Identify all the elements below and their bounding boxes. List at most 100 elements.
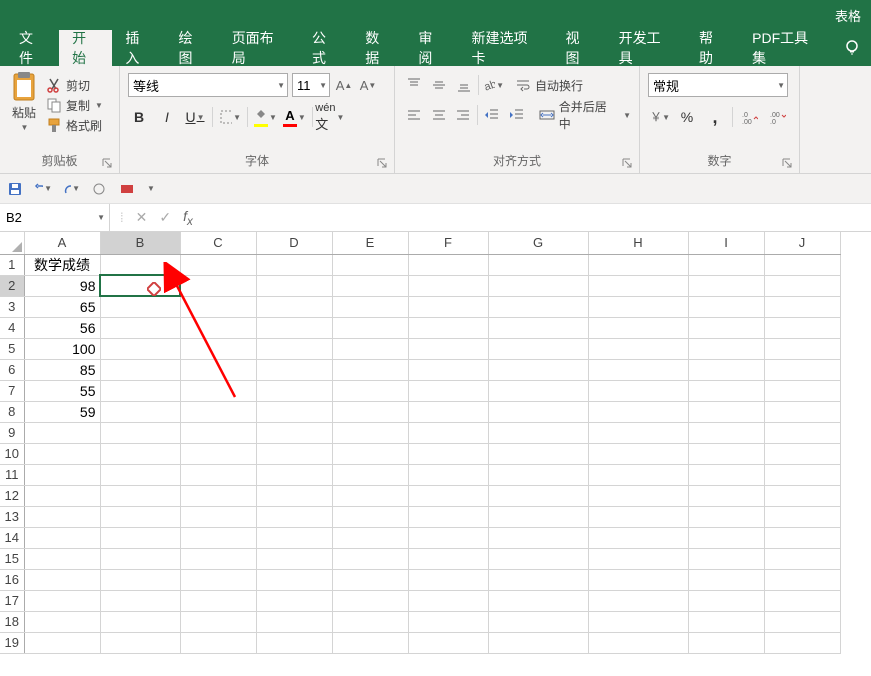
- select-all-button[interactable]: [0, 232, 24, 254]
- cell-B9[interactable]: [100, 422, 180, 443]
- cell-F10[interactable]: [408, 443, 488, 464]
- cell-E7[interactable]: [332, 380, 408, 401]
- cell-I13[interactable]: [688, 506, 764, 527]
- font-size-select[interactable]: 11 ▼: [292, 73, 330, 97]
- menu-item-3[interactable]: 绘图: [166, 30, 219, 66]
- menu-item-2[interactable]: 插入: [112, 30, 165, 66]
- clipboard-launcher-icon[interactable]: [101, 157, 113, 169]
- cell-A19[interactable]: [24, 632, 100, 653]
- cell-E6[interactable]: [332, 359, 408, 380]
- cell-D18[interactable]: [256, 611, 332, 632]
- cell-E18[interactable]: [332, 611, 408, 632]
- cell-J11[interactable]: [764, 464, 840, 485]
- cell-I3[interactable]: [688, 296, 764, 317]
- font-name-select[interactable]: 等线 ▼: [128, 73, 288, 97]
- cell-J8[interactable]: [764, 401, 840, 422]
- cell-C5[interactable]: [180, 338, 256, 359]
- row-header-9[interactable]: 9: [0, 422, 24, 443]
- cell-H19[interactable]: [588, 632, 688, 653]
- cell-G14[interactable]: [488, 527, 588, 548]
- align-center-button[interactable]: [428, 104, 450, 126]
- row-header-16[interactable]: 16: [0, 569, 24, 590]
- menu-item-8[interactable]: 新建选项卡: [459, 30, 553, 66]
- cell-J13[interactable]: [764, 506, 840, 527]
- merge-center-button[interactable]: 合并后居中 ▼: [539, 98, 631, 132]
- cell-C2[interactable]: [180, 275, 256, 296]
- menu-item-11[interactable]: 帮助: [686, 30, 739, 66]
- cell-C15[interactable]: [180, 548, 256, 569]
- cell-E19[interactable]: [332, 632, 408, 653]
- cell-C6[interactable]: [180, 359, 256, 380]
- cell-A10[interactable]: [24, 443, 100, 464]
- cell-E5[interactable]: [332, 338, 408, 359]
- cell-F9[interactable]: [408, 422, 488, 443]
- cell-E15[interactable]: [332, 548, 408, 569]
- menu-item-10[interactable]: 开发工具: [606, 30, 686, 66]
- col-header-E[interactable]: E: [332, 232, 408, 254]
- cell-D1[interactable]: [256, 254, 332, 275]
- cell-J7[interactable]: [764, 380, 840, 401]
- cell-F12[interactable]: [408, 485, 488, 506]
- cell-B16[interactable]: [100, 569, 180, 590]
- cell-J19[interactable]: [764, 632, 840, 653]
- cell-F15[interactable]: [408, 548, 488, 569]
- cell-C9[interactable]: [180, 422, 256, 443]
- cell-I2[interactable]: [688, 275, 764, 296]
- cell-H8[interactable]: [588, 401, 688, 422]
- cell-E12[interactable]: [332, 485, 408, 506]
- cell-C13[interactable]: [180, 506, 256, 527]
- cell-I19[interactable]: [688, 632, 764, 653]
- cell-J10[interactable]: [764, 443, 840, 464]
- cell-E8[interactable]: [332, 401, 408, 422]
- cell-F14[interactable]: [408, 527, 488, 548]
- cell-F18[interactable]: [408, 611, 488, 632]
- align-bottom-button[interactable]: [453, 74, 475, 96]
- cell-E4[interactable]: [332, 317, 408, 338]
- phonetic-button[interactable]: wén文▼: [319, 106, 341, 128]
- paste-dropdown-icon[interactable]: ▼: [21, 123, 29, 132]
- row-header-2[interactable]: 2: [0, 275, 24, 296]
- cell-F4[interactable]: [408, 317, 488, 338]
- cell-B14[interactable]: [100, 527, 180, 548]
- cancel-button[interactable]: ✕: [136, 209, 148, 226]
- cell-G8[interactable]: [488, 401, 588, 422]
- cell-C14[interactable]: [180, 527, 256, 548]
- cell-I10[interactable]: [688, 443, 764, 464]
- cell-H9[interactable]: [588, 422, 688, 443]
- cell-A15[interactable]: [24, 548, 100, 569]
- cell-F5[interactable]: [408, 338, 488, 359]
- cell-D6[interactable]: [256, 359, 332, 380]
- cell-I17[interactable]: [688, 590, 764, 611]
- cell-C8[interactable]: [180, 401, 256, 422]
- menu-item-7[interactable]: 审阅: [405, 30, 458, 66]
- menu-item-5[interactable]: 公式: [299, 30, 352, 66]
- cell-D4[interactable]: [256, 317, 332, 338]
- col-header-D[interactable]: D: [256, 232, 332, 254]
- cell-D2[interactable]: [256, 275, 332, 296]
- cell-A3[interactable]: 65: [24, 296, 100, 317]
- cell-E1[interactable]: [332, 254, 408, 275]
- cell-F3[interactable]: [408, 296, 488, 317]
- cell-H17[interactable]: [588, 590, 688, 611]
- cell-I4[interactable]: [688, 317, 764, 338]
- cell-A16[interactable]: [24, 569, 100, 590]
- cell-D15[interactable]: [256, 548, 332, 569]
- cell-J16[interactable]: [764, 569, 840, 590]
- cell-E3[interactable]: [332, 296, 408, 317]
- tell-me-icon[interactable]: [833, 30, 871, 66]
- cell-D3[interactable]: [256, 296, 332, 317]
- italic-button[interactable]: I: [156, 106, 178, 128]
- cell-G5[interactable]: [488, 338, 588, 359]
- paste-button[interactable]: 粘贴 ▼: [8, 70, 40, 140]
- cell-I14[interactable]: [688, 527, 764, 548]
- accounting-format-button[interactable]: ￥▼: [648, 106, 670, 128]
- cell-I11[interactable]: [688, 464, 764, 485]
- col-header-J[interactable]: J: [764, 232, 840, 254]
- cell-I8[interactable]: [688, 401, 764, 422]
- cell-G7[interactable]: [488, 380, 588, 401]
- cell-E17[interactable]: [332, 590, 408, 611]
- orientation-button[interactable]: ab▼: [482, 74, 504, 96]
- cell-J4[interactable]: [764, 317, 840, 338]
- cell-H10[interactable]: [588, 443, 688, 464]
- menu-item-4[interactable]: 页面布局: [219, 30, 299, 66]
